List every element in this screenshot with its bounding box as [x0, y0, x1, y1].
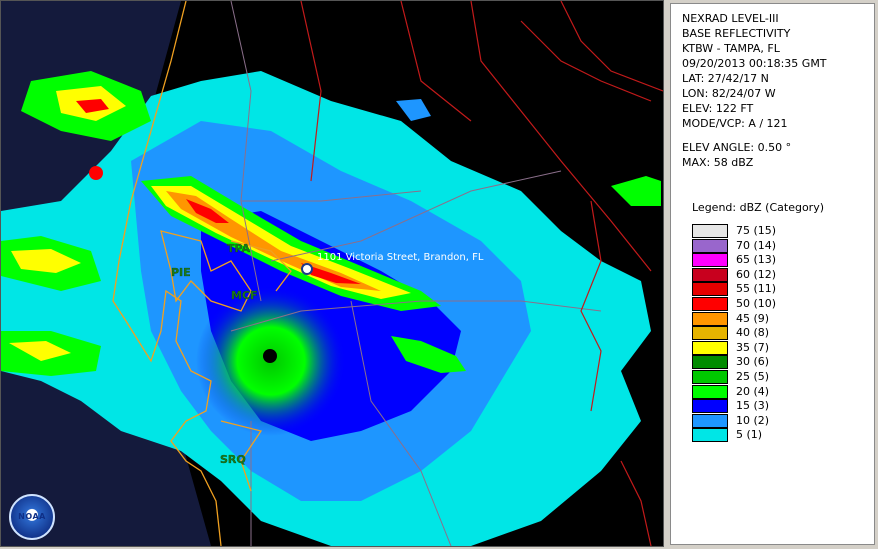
- legend-swatch: [692, 399, 728, 414]
- lon-line: LON: 82/24/07 W: [682, 87, 776, 100]
- legend-swatch: [692, 253, 728, 268]
- legend-item: 30 (6): [692, 355, 862, 370]
- legend-swatch: [692, 238, 728, 253]
- legend-label: 35 (7): [736, 340, 770, 354]
- legend-swatch: [692, 311, 728, 326]
- legend-item: 20 (4): [692, 384, 862, 399]
- legend-label: 30 (6): [736, 355, 770, 369]
- datetime-line: 09/20/2013 00:18:35 GMT: [682, 57, 827, 70]
- echo-north-small: [396, 99, 431, 121]
- mode-line: MODE/VCP: A / 121: [682, 117, 788, 130]
- legend-swatch: [692, 384, 728, 399]
- city-label-srq: SRQ: [220, 453, 246, 466]
- elev-line: ELEV: 122 FT: [682, 102, 754, 115]
- legend-item: 50 (10): [692, 297, 862, 311]
- legend-swatch: [692, 282, 728, 297]
- legend-item: 10 (2): [692, 413, 862, 428]
- legend-swatch: [692, 267, 728, 282]
- elev-angle-line: ELEV ANGLE: 0.50 °: [682, 141, 792, 154]
- noaa-logo-text: NOAA: [18, 512, 46, 521]
- radar-map[interactable]: TPA PIE MCF SRQ 1101 Victoria Street, Br…: [0, 0, 664, 547]
- legend-label: 45 (9): [736, 311, 770, 325]
- legend-item: 40 (8): [692, 326, 862, 341]
- legend-item: 70 (14): [692, 238, 862, 253]
- location-marker[interactable]: [301, 263, 313, 275]
- echo-red-small: [89, 166, 103, 180]
- legend-swatch: [692, 413, 728, 428]
- legend-item: 35 (7): [692, 340, 862, 355]
- city-label-pie: PIE: [171, 266, 191, 279]
- legend-label: 55 (11): [736, 282, 777, 296]
- legend-label: 50 (10): [736, 297, 777, 310]
- radar-map-canvas: TPA PIE MCF SRQ 1101 Victoria Street, Br…: [1, 1, 663, 546]
- legend-label: 5 (1): [736, 428, 763, 442]
- echo-far-east-cell: [611, 176, 661, 206]
- legend-label: 40 (8): [736, 326, 770, 340]
- station-line: KTBW - TAMPA, FL: [682, 42, 780, 55]
- legend-swatch: [692, 340, 728, 355]
- legend-title: Legend: dBZ (Category): [692, 201, 824, 214]
- city-label-tpa: TPA: [227, 242, 251, 255]
- product-line: NEXRAD LEVEL-III: [682, 12, 779, 25]
- legend-item: 55 (11): [692, 282, 862, 297]
- legend-item: 60 (12): [692, 267, 862, 282]
- legend-label: 20 (4): [736, 384, 770, 398]
- lat-line: LAT: 27/42/17 N: [682, 72, 769, 85]
- city-label-mcf: MCF: [231, 289, 258, 302]
- legend-swatch: [692, 370, 728, 384]
- legend-swatch: [692, 428, 728, 443]
- max-line: MAX: 58 dBZ: [682, 156, 754, 169]
- noaa-logo: NOAA: [9, 494, 55, 540]
- legend-item: 25 (5): [692, 370, 862, 384]
- legend-swatch: [692, 355, 728, 370]
- legend-swatch: [692, 224, 728, 238]
- legend-label: 15 (3): [736, 399, 770, 413]
- legend-label: 75 (15): [736, 224, 777, 237]
- radar-site-dot: [263, 349, 277, 363]
- legend-label: 25 (5): [736, 370, 770, 383]
- type-line: BASE REFLECTIVITY: [682, 27, 791, 40]
- legend-swatch: [692, 297, 728, 311]
- legend-item: 75 (15): [692, 224, 862, 238]
- legend-label: 65 (13): [736, 253, 777, 267]
- legend-label: 60 (12): [736, 267, 777, 281]
- legend-item: 45 (9): [692, 311, 862, 326]
- legend-label: 70 (14): [736, 238, 777, 252]
- legend-label: 10 (2): [736, 413, 770, 427]
- legend-item: 5 (1): [692, 428, 862, 443]
- legend-swatch: [692, 326, 728, 341]
- legend-item: 65 (13): [692, 253, 862, 268]
- location-label: 1101 Victoria Street, Brandon, FL: [317, 252, 484, 263]
- legend-item: 15 (3): [692, 399, 862, 414]
- info-panel: NEXRAD LEVEL-III BASE REFLECTIVITY KTBW …: [670, 3, 875, 545]
